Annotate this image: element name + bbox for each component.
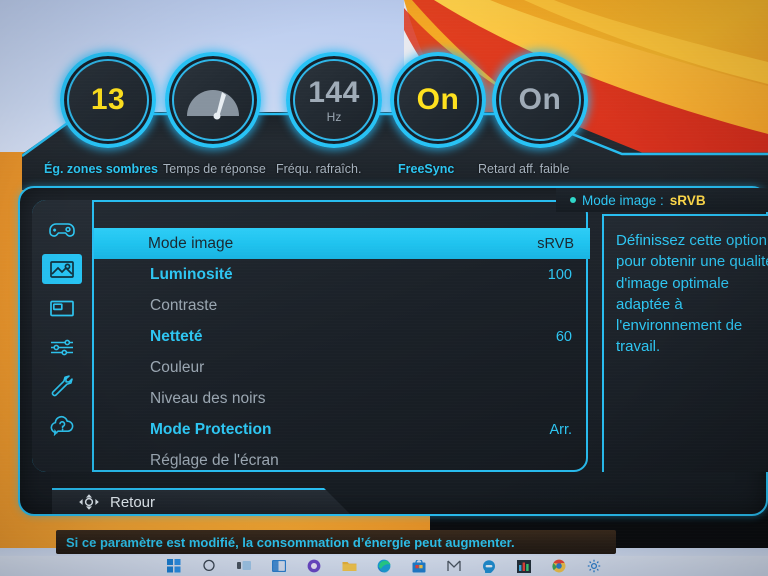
menu-value: 100 [547,266,572,283]
sidebar-item-onscreen[interactable] [42,332,82,362]
edge-icon[interactable] [377,559,392,574]
dial-value-black-equalizer: 13 [90,83,126,116]
mail-icon[interactable] [447,559,462,574]
menu-label: Niveau des noirs [150,389,266,407]
help-cloud-icon [49,415,75,436]
sidebar-item-support[interactable] [42,410,82,440]
back-button[interactable]: Retour [52,488,352,516]
menu-label: Mode Protection [150,420,272,438]
menu-label: Contraste [150,296,218,314]
caption-black-equalizer: Ég. zones sombres [44,162,158,176]
menu-value: 60 [555,328,572,345]
menu-row-couleur[interactable]: Couleur [96,352,588,383]
dial-unit-refresh-rate: Hz [326,109,342,124]
dial-refresh-rate[interactable]: 144 Hz [286,52,382,148]
menu-value: sRVB [537,235,574,252]
description-header-value: sRVB [669,192,706,208]
copilot-icon[interactable] [307,559,322,574]
quick-status-dials: 13 144 Hz On On [0,52,768,162]
caption-response-time: Temps de réponse [163,162,266,176]
menu-label: Netteté [150,327,203,345]
menu-label: Mode image [148,234,234,252]
menu-row-contraste[interactable]: Contraste [96,290,588,321]
sidebar-item-picture[interactable] [42,254,82,284]
widgets-icon[interactable] [272,559,287,574]
osd-notice-bar: Si ce paramètre est modifié, la consomma… [56,530,616,554]
monitor-osd: 13 144 Hz On On Ég. zones sombres Temps … [0,0,768,576]
caption-refresh-rate: Fréqu. rafraîch. [276,162,362,176]
caption-freesync: FreeSync [398,162,455,176]
windows-logo-icon[interactable] [167,559,182,574]
dial-value-freesync: On [416,83,460,116]
picture-icon [49,259,75,279]
menu-row-mode-protection[interactable]: Mode Protection Arr. [96,414,588,445]
chrome-icon[interactable] [552,559,567,574]
menu-row-niveau-des-noirs[interactable]: Niveau des noirs [96,383,588,414]
menu-row-nettete[interactable]: Netteté 60 [96,321,588,352]
bar-chart-icon[interactable] [517,559,532,574]
bullet-dot-icon [570,197,576,203]
dpad-icon [78,493,100,511]
gamepad-icon [49,221,75,239]
menu-value: Arr. [549,421,572,438]
dial-black-equalizer[interactable]: 13 [60,52,156,148]
description-header: Mode image : sRVB [556,188,768,212]
pip-pbp-icon [49,299,75,318]
menu-row-luminosite[interactable]: Luminosité 100 [96,259,588,290]
sidebar-item-game[interactable] [42,215,82,245]
description-header-label: Mode image : [582,192,664,208]
sidebar-item-system[interactable] [42,371,82,401]
menu-label: Couleur [150,358,205,376]
back-button-label: Retour [110,493,156,511]
osd-sidebar [32,200,94,472]
task-view-icon[interactable] [237,559,252,574]
description-text: Définissez cette option pour obtenir une… [602,214,768,472]
store-icon[interactable] [412,559,427,574]
windows-taskbar [0,556,768,576]
osd-menu-list: Mode image sRVB Luminosité 100 Contraste… [94,200,590,472]
dial-captions: Ég. zones sombres Temps de réponse Fréqu… [0,162,768,180]
menu-row-reglage-de-l-ecran[interactable]: Réglage de l'écran [96,445,588,476]
caption-low-input-lag: Retard aff. faible [478,162,570,176]
chat-icon[interactable] [482,559,497,574]
sidebar-item-pip-pbp[interactable] [42,293,82,323]
menu-label: Réglage de l'écran [150,451,279,469]
wrench-icon [50,375,74,397]
dial-value-refresh-rate: 144 [308,75,360,109]
dial-low-input-lag[interactable]: On [492,52,588,148]
dial-response-time[interactable] [165,52,261,148]
sliders-icon [49,338,75,357]
dial-value-low-input-lag: On [518,83,562,116]
gauge-icon [184,80,242,120]
menu-label: Luminosité [150,265,233,283]
folder-icon[interactable] [342,559,357,574]
menu-row-mode-image[interactable]: Mode image sRVB [94,228,590,259]
search-circle-icon[interactable] [202,559,217,574]
gear-icon[interactable] [587,559,602,574]
dial-freesync[interactable]: On [390,52,486,148]
